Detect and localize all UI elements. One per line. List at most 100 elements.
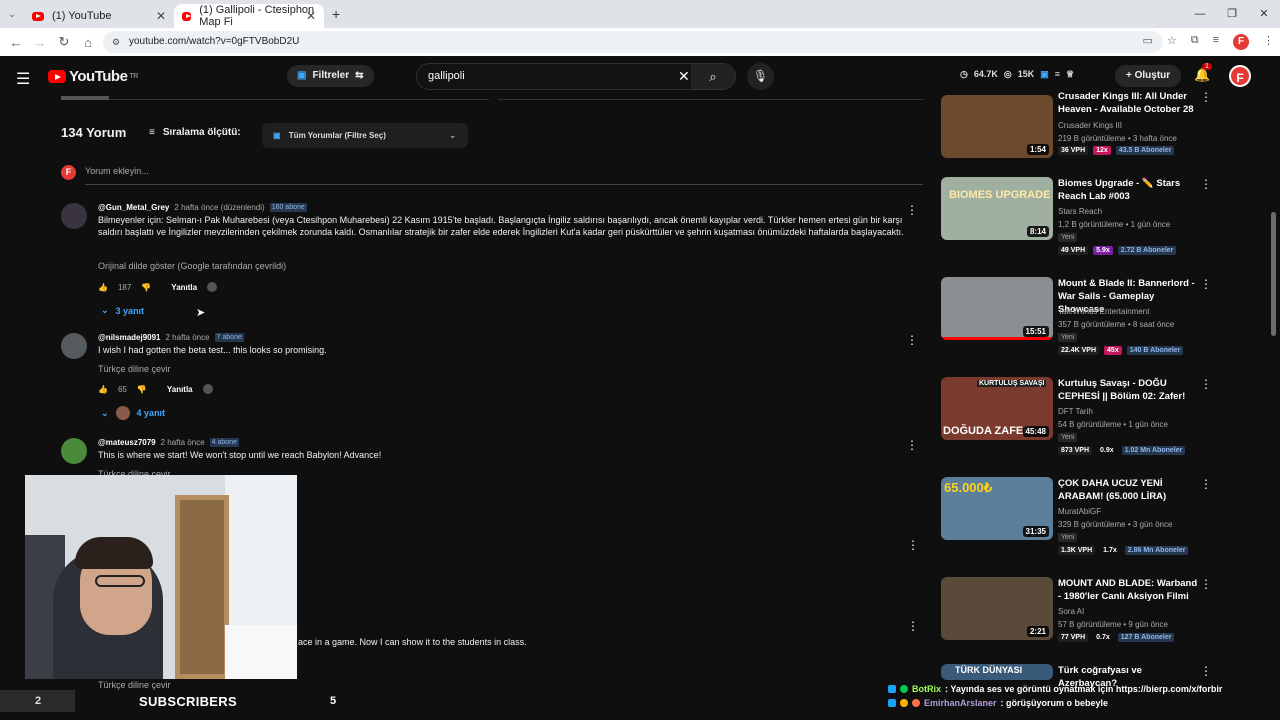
back-icon[interactable]: ←: [4, 35, 28, 50]
menu-icon[interactable]: ☰: [16, 69, 30, 89]
comment-time[interactable]: 2 hafta önce: [166, 333, 210, 342]
view-replies-button[interactable]: ⌄ 4 yanıt: [101, 406, 165, 420]
like-icon[interactable]: 👍: [98, 385, 108, 394]
comment-time[interactable]: 2 hafta önce (düzenlendi): [174, 203, 264, 212]
comment-more-icon[interactable]: ⋮: [906, 203, 918, 217]
commenter-avatar[interactable]: [61, 438, 87, 464]
translate-link[interactable]: Türkçe diline çevir: [98, 364, 171, 374]
video-more-icon[interactable]: ⋮: [1200, 477, 1212, 491]
forward-icon[interactable]: →: [28, 35, 52, 50]
reply-button[interactable]: Yanıtla: [167, 385, 193, 394]
cast-icon[interactable]: ▭: [1142, 34, 1152, 50]
video-title[interactable]: MOUNT AND BLADE: Warband - 1980'ler Canl…: [1058, 577, 1198, 603]
video-channel[interactable]: DFT Tarih: [1058, 407, 1093, 416]
browser-menu-icon[interactable]: ⋮: [1263, 34, 1274, 50]
bookmark-star-icon[interactable]: ☆: [1167, 34, 1177, 50]
filters-button[interactable]: ▣ Filtreler ⇆: [287, 65, 374, 87]
video-channel[interactable]: Crusader Kings III: [1058, 121, 1122, 130]
search-input[interactable]: gallipoli: [428, 70, 465, 82]
comment-more-icon[interactable]: ⋮: [906, 333, 918, 347]
filter-icon[interactable]: ≡: [1055, 69, 1060, 80]
trophy-icon[interactable]: ♕: [1066, 69, 1074, 80]
video-thumbnail[interactable]: 65.000₺ 31:35: [941, 477, 1053, 540]
reply-button[interactable]: Yanıtla: [171, 283, 197, 292]
video-channel[interactable]: TaleWorlds Entertainment: [1058, 307, 1149, 316]
commenter-avatar[interactable]: [61, 203, 87, 229]
video-more-icon[interactable]: ⋮: [1200, 577, 1212, 591]
video-thumbnail[interactable]: KURTULUŞ SAVAŞI DOĞUDA ZAFER 45:48: [941, 377, 1053, 440]
comment-time[interactable]: 2 hafta önce: [161, 438, 205, 447]
comment-more-icon[interactable]: ⋮: [907, 538, 919, 552]
translate-link[interactable]: Orijinal dilde göster (Google tarafından…: [98, 261, 286, 271]
close-window-button[interactable]: ✕: [1248, 0, 1280, 28]
recommended-video[interactable]: 15:51 Mount & Blade II: Bannerlord - War…: [941, 277, 1212, 367]
youtube-logo[interactable]: YouTube TR: [48, 68, 138, 85]
extension-icon[interactable]: ▣: [1040, 69, 1049, 80]
tab-list-chevron-icon[interactable]: ⌄: [0, 9, 24, 20]
extension-dot-icon[interactable]: [202, 384, 213, 394]
minimize-button[interactable]: —: [1184, 0, 1216, 28]
comment-more-icon[interactable]: ⋮: [907, 619, 919, 633]
site-info-icon[interactable]: ⚙: [112, 31, 120, 53]
recommended-video[interactable]: 2:21 MOUNT AND BLADE: Warband - 1980'ler…: [941, 577, 1212, 647]
voice-search-icon[interactable]: 🎙: [747, 63, 774, 90]
translate-link[interactable]: Türkçe diline çevir: [98, 680, 171, 690]
video-more-icon[interactable]: ⋮: [1200, 177, 1212, 191]
video-thumbnail[interactable]: 1:54: [941, 95, 1053, 158]
comment-author[interactable]: @nilsmadej9091: [98, 333, 161, 342]
recommended-video[interactable]: 1:54 Crusader Kings III: All Under Heave…: [941, 90, 1212, 160]
reload-icon[interactable]: ↻: [52, 34, 76, 50]
browser-tab-gallipoli[interactable]: (1) Gallipoli - Ctesiphon Map Fi ✕: [174, 4, 324, 28]
extension-dot-icon[interactable]: [207, 282, 218, 292]
close-tab-icon[interactable]: ✕: [156, 9, 166, 23]
video-more-icon[interactable]: ⋮: [1200, 664, 1212, 678]
restore-button[interactable]: ❐: [1216, 0, 1248, 28]
video-thumbnail[interactable]: 2:21: [941, 577, 1053, 640]
video-title[interactable]: Biomes Upgrade - ✏️ Stars Reach Lab #003: [1058, 177, 1198, 203]
video-channel[interactable]: Stars Reach: [1058, 207, 1102, 216]
browser-tab-youtube[interactable]: (1) YouTube ✕: [24, 4, 174, 28]
commenter-avatar[interactable]: [61, 333, 87, 359]
video-thumbnail[interactable]: 15:51: [941, 277, 1053, 340]
create-button[interactable]: + Oluştur: [1115, 65, 1182, 87]
video-title[interactable]: Kurtuluş Savaşı - DOĞU CEPHESİ || Bölüm …: [1058, 377, 1198, 403]
reading-list-icon[interactable]: ≡: [1213, 34, 1219, 50]
recommended-video[interactable]: TÜRK DÜNYASI Türk coğrafyası ve Azerbayc…: [941, 664, 1212, 689]
video-more-icon[interactable]: ⋮: [1200, 277, 1212, 291]
view-replies-button[interactable]: ⌄ 3 yanıt: [101, 305, 144, 316]
comment-author[interactable]: @mateusz7079: [98, 438, 156, 447]
recommended-video[interactable]: KURTULUŞ SAVAŞI DOĞUDA ZAFER 45:48 Kurtu…: [941, 377, 1212, 467]
create-label: Oluştur: [1134, 70, 1171, 81]
video-more-icon[interactable]: ⋮: [1200, 90, 1212, 104]
video-more-icon[interactable]: ⋮: [1200, 377, 1212, 391]
add-comment-input[interactable]: Yorum ekleyin...: [85, 166, 923, 185]
comment-author[interactable]: @Gun_Metal_Grey: [98, 203, 169, 212]
comment-filter-dropdown[interactable]: ▣ Tüm Yorumlar (Filtre Seç) ⌄: [262, 123, 468, 148]
account-avatar[interactable]: F: [1229, 65, 1251, 87]
recommended-video[interactable]: 65.000₺ 31:35 ÇOK DAHA UCUZ YENİ ARABAM!…: [941, 477, 1212, 567]
profile-icon[interactable]: F: [1233, 34, 1249, 50]
home-icon[interactable]: ⌂: [76, 35, 100, 50]
like-icon[interactable]: 👍: [98, 283, 108, 292]
sort-button[interactable]: ≡ Sıralama ölçütü:: [149, 127, 241, 138]
search-box[interactable]: gallipoli ✕ ⌕: [416, 63, 736, 90]
new-tab-button[interactable]: +: [332, 6, 340, 22]
scrollbar-thumb[interactable]: [1271, 212, 1276, 336]
dislike-icon[interactable]: 👎: [137, 385, 147, 394]
notifications-bell-icon[interactable]: 🔔 1: [1194, 63, 1212, 83]
dislike-icon[interactable]: 👎: [141, 283, 151, 292]
video-channel[interactable]: MuratAbiGF: [1058, 507, 1101, 516]
close-tab-icon[interactable]: ✕: [306, 9, 316, 23]
video-thumbnail[interactable]: BIOMES UPGRADE 8:14: [941, 177, 1053, 240]
video-title[interactable]: Crusader Kings III: All Under Heaven - A…: [1058, 90, 1198, 116]
url-field[interactable]: ⚙ youtube.com/watch?v=0gFTVBobD2U: [103, 31, 1163, 53]
comment-more-icon[interactable]: ⋮: [906, 438, 918, 452]
clear-search-icon[interactable]: ✕: [678, 68, 690, 85]
video-channel[interactable]: Sora AI: [1058, 607, 1084, 616]
recommended-video[interactable]: BIOMES UPGRADE 8:14 Biomes Upgrade - ✏️ …: [941, 177, 1212, 267]
page-scrollbar[interactable]: [1271, 96, 1277, 686]
video-thumbnail[interactable]: TÜRK DÜNYASI: [941, 664, 1053, 680]
extensions-icon[interactable]: ⧉: [1191, 34, 1199, 50]
video-title[interactable]: ÇOK DAHA UCUZ YENİ ARABAM! (65.000 LİRA): [1058, 477, 1198, 503]
search-button[interactable]: ⌕: [691, 64, 735, 89]
